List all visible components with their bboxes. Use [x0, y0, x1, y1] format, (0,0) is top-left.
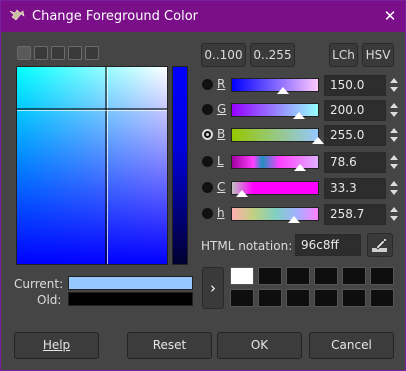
channel-row-b: B 255.0 [201, 125, 398, 147]
spin-arrows-icon[interactable] [390, 152, 398, 172]
history-color-swatch[interactable] [342, 289, 366, 307]
history-color-swatch[interactable] [286, 267, 310, 285]
slider-marker[interactable] [293, 112, 306, 119]
html-notation-input[interactable]: 96c8ff [295, 234, 361, 256]
old-label: Old: [37, 293, 62, 307]
slider-marker[interactable] [312, 137, 324, 144]
channel-label-g: G [217, 102, 227, 116]
add-to-history-button[interactable]: › [202, 267, 224, 309]
crosshair-vertical-highlight [107, 67, 108, 264]
channel-label-r: R [217, 77, 226, 91]
spin-arrows-icon[interactable] [390, 100, 398, 120]
reset-label: Reset [152, 338, 187, 352]
slider-marker[interactable] [287, 216, 300, 223]
window-title: Change Foreground Color [32, 9, 198, 24]
channel-slider-g[interactable] [231, 103, 319, 119]
cmyk-selector-icon[interactable] [34, 46, 48, 60]
history-color-swatch[interactable] [286, 289, 310, 307]
channel-value-l[interactable]: 78.6 [324, 152, 386, 173]
channel-slider-h[interactable] [231, 207, 319, 223]
history-color-swatch[interactable] [314, 289, 338, 307]
crosshair-horizontal-highlight [17, 110, 167, 111]
change-foreground-color-dialog: Change Foreground Color ✕ Current: Old: … [0, 0, 406, 371]
gimp-logo-icon [9, 9, 25, 21]
lch-button[interactable]: LCh [329, 43, 358, 67]
channel-slider-b[interactable] [231, 128, 324, 144]
channel-radio-r[interactable] [202, 79, 213, 90]
history-color-swatch[interactable] [370, 267, 394, 285]
channel-radio-c[interactable] [202, 182, 213, 193]
spin-arrows-icon[interactable] [390, 178, 398, 198]
hsv-button[interactable]: HSV [362, 43, 394, 67]
channel-value-h[interactable]: 258.7 [324, 204, 386, 225]
range-0-255-button[interactable]: 0..255 [250, 43, 295, 67]
channel-slider-r[interactable] [231, 78, 319, 94]
help-button[interactable]: Help [14, 332, 99, 359]
titlebar: Change Foreground Color ✕ [1, 1, 405, 32]
ok-button[interactable]: OK [217, 332, 302, 359]
color-selector-tabs [17, 46, 99, 62]
channel-row-c: C 33.3 [201, 178, 398, 200]
ok-label: OK [250, 338, 269, 352]
channel-label-h: h [217, 206, 225, 220]
channel-radio-l[interactable] [202, 156, 213, 167]
wheel-selector-icon[interactable] [68, 46, 82, 60]
channel-label-l: L [217, 154, 224, 168]
html-notation-label: HTML notation: [201, 239, 293, 253]
channel-label-c: C [217, 180, 226, 194]
current-label: Current: [14, 277, 64, 291]
history-color-swatch[interactable] [230, 289, 254, 307]
range-0-100-button[interactable]: 0..100 [201, 43, 246, 67]
channel-radio-g[interactable] [202, 104, 213, 115]
channel-value-c[interactable]: 33.3 [324, 178, 386, 199]
history-color-swatch[interactable] [342, 267, 366, 285]
gimp-selector-icon[interactable] [17, 46, 31, 60]
spin-arrows-icon[interactable] [390, 204, 398, 224]
history-color-swatch[interactable] [370, 289, 394, 307]
watercolor-selector-icon[interactable] [51, 46, 65, 60]
help-label: Help [42, 338, 71, 352]
close-icon[interactable]: ✕ [382, 8, 398, 24]
current-color-swatch [68, 276, 193, 290]
channel-slider-c[interactable] [231, 181, 319, 197]
history-color-swatch[interactable] [258, 267, 282, 285]
history-color-swatch[interactable] [258, 289, 282, 307]
channel-radio-b[interactable] [202, 129, 213, 140]
cancel-button[interactable]: Cancel [309, 332, 394, 359]
channel-value-g[interactable]: 200.0 [324, 100, 386, 121]
slider-marker[interactable] [276, 87, 289, 94]
history-color-swatch[interactable] [230, 267, 254, 285]
channel-row-r: R 150.0 [201, 75, 398, 97]
eyedropper-icon [372, 237, 388, 252]
saturation-value-square[interactable] [16, 66, 168, 265]
channel-row-l: L 78.6 [201, 152, 398, 174]
palette-selector-icon[interactable] [85, 46, 99, 60]
reset-button[interactable]: Reset [127, 332, 212, 359]
channel-radio-h[interactable] [202, 208, 213, 219]
channel-value-b[interactable]: 255.0 [324, 125, 386, 146]
channel-row-g: G 200.0 [201, 100, 398, 122]
channel-label-b: B [217, 127, 226, 141]
spin-arrows-icon[interactable] [390, 75, 398, 95]
old-color-swatch [68, 292, 193, 306]
slider-marker[interactable] [236, 190, 249, 197]
spin-arrows-icon[interactable] [390, 125, 398, 145]
color-picker-button[interactable] [367, 233, 393, 257]
channel-strip[interactable] [172, 66, 188, 265]
channel-row-h: h 258.7 [201, 204, 398, 226]
channel-value-r[interactable]: 150.0 [324, 75, 386, 96]
history-color-swatch[interactable] [314, 267, 338, 285]
slider-marker[interactable] [293, 164, 306, 171]
channel-slider-l[interactable] [231, 155, 319, 171]
cancel-label: Cancel [331, 338, 372, 352]
